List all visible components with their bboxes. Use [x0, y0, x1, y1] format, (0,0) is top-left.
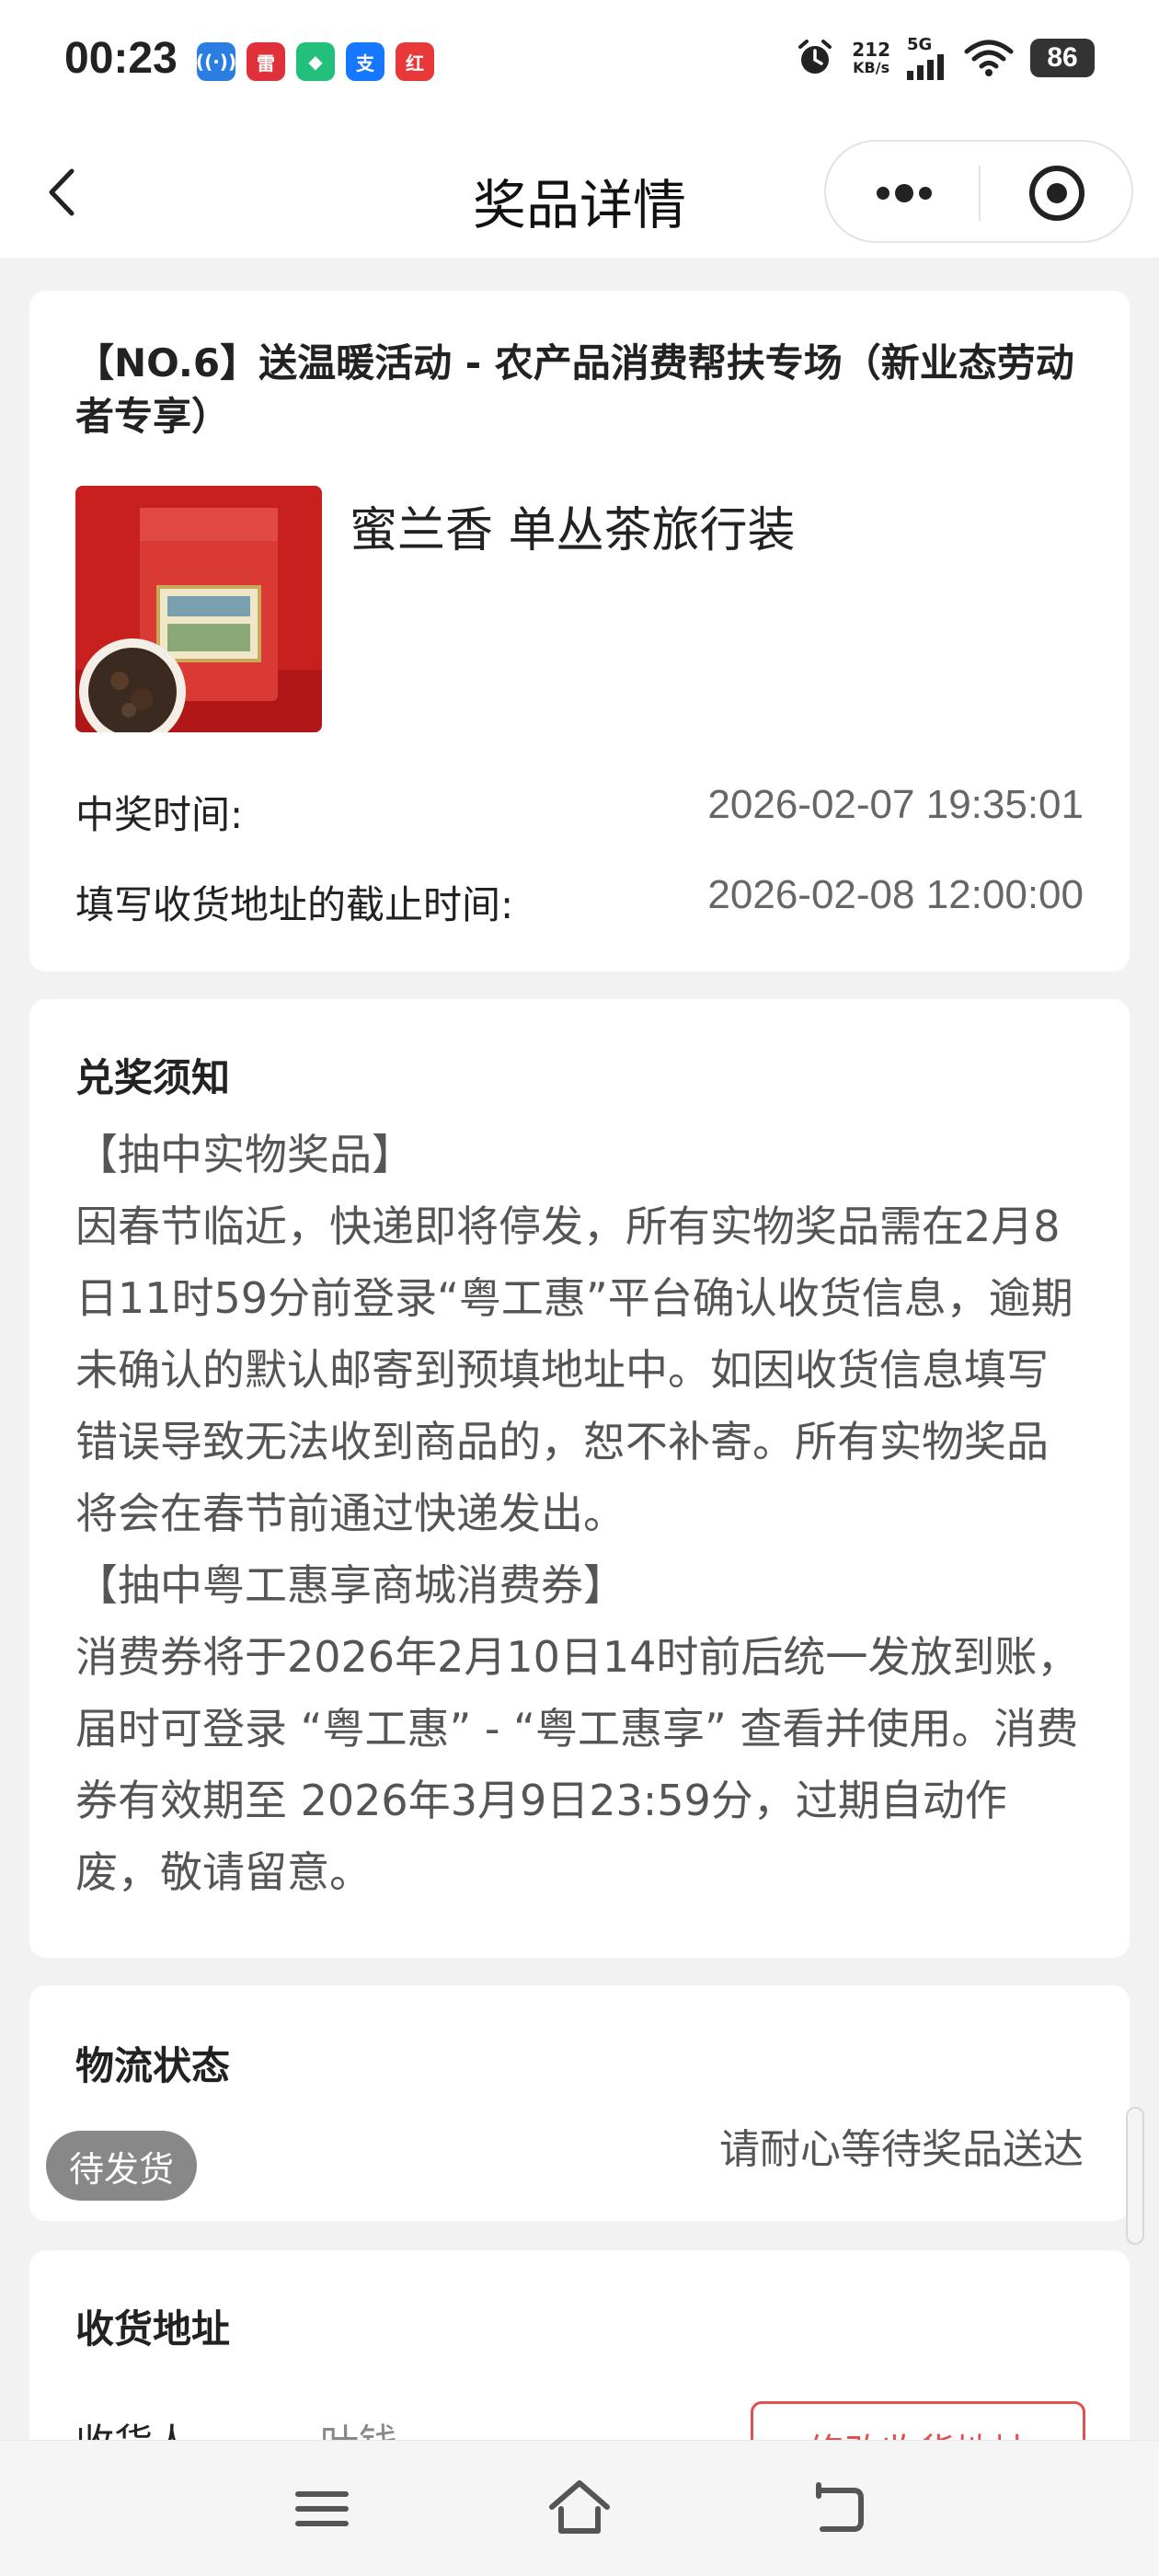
- logistics-message: 请耐心等待奖品送达: [719, 2126, 1084, 2173]
- win-time-value: 2026-02-07 19:35:01: [707, 782, 1084, 827]
- mini-program-capsule: [824, 140, 1133, 243]
- logistics-card: 物流状态: [29, 1985, 1130, 2221]
- home-icon[interactable]: [543, 2472, 616, 2546]
- product-name: 蜜兰香 单丛茶旅行装: [350, 503, 796, 558]
- alarm-icon: [798, 39, 832, 74]
- notice-heading-physical: 【抽中实物奖品】: [75, 1130, 414, 1179]
- net-speed: 212 KB/s: [852, 38, 890, 76]
- notice-body: 【抽中实物奖品】 因春节临近，快递即将停发，所有实物奖品需在2月8日11时59分…: [75, 1119, 1087, 1908]
- prize-card: 【NO.6】送温暖活动 - 农产品消费帮扶专场（新业态劳动者专享） 蜜兰香 单丛…: [29, 291, 1130, 972]
- clock: 00:23: [64, 34, 178, 83]
- system-navigation-bar: [0, 2440, 1159, 2576]
- status-bar: 00:23 ((·)) 雷 ◆ 支红 212 KB/s 5G 86: [0, 0, 1159, 129]
- notice-paragraph-physical: 因春节临近，快递即将停发，所有实物奖品需在2月8日11时59分前登录“粤工惠”平…: [75, 1202, 1073, 1538]
- close-target-icon[interactable]: [1006, 162, 1107, 224]
- navigation-bar: 奖品详情: [0, 129, 1159, 258]
- capsule-divider: [979, 166, 981, 221]
- alipay-app-icon: 支: [346, 42, 384, 81]
- notice-heading-voucher: 【抽中粤工惠享商城消费券】: [75, 1560, 625, 1610]
- status-badge: 待发货: [46, 2131, 197, 2201]
- logistics-title: 物流状态: [75, 2043, 231, 2088]
- address-title: 收货地址: [75, 2306, 231, 2352]
- signal-bars-icon: [907, 54, 944, 80]
- wifi-icon: [964, 40, 1014, 76]
- win-time-label: 中奖时间:: [75, 792, 244, 837]
- notification-icons: ((·)) 雷 ◆ 支红: [196, 42, 434, 81]
- back-nav-icon[interactable]: [800, 2472, 874, 2546]
- notice-title: 兑奖须知: [75, 1055, 231, 1100]
- shield-app-icon: ◆: [296, 42, 335, 81]
- status-indicators: 212 KB/s 5G 86: [795, 35, 1095, 80]
- radio-app-icon: ((·)): [196, 42, 236, 81]
- product-image-graphic: [75, 486, 322, 732]
- menu-icon[interactable]: [285, 2472, 359, 2546]
- battery-indicator: 86: [1030, 38, 1095, 77]
- deadline-value: 2026-02-08 12:00:00: [707, 872, 1084, 917]
- deadline-label: 填写收货地址的截止时间:: [75, 882, 514, 927]
- notice-paragraph-voucher: 消费券将于2026年2月10日14时前后统一发放到账，届时可登录 “粤工惠” -…: [75, 1632, 1080, 1897]
- more-options-icon[interactable]: [854, 164, 955, 223]
- shop-app-icon: 红: [396, 42, 434, 81]
- leida-app-icon: 雷: [247, 42, 285, 81]
- activity-title: 【NO.6】送温暖活动 - 农产品消费帮扶专场（新业态劳动者专享）: [75, 340, 1074, 439]
- notice-card: 兑奖须知 【抽中实物奖品】 因春节临近，快递即将停发，所有实物奖品需在2月8日1…: [29, 999, 1130, 1958]
- cell-signal: 5G: [907, 35, 947, 80]
- tea-tin-image[interactable]: [75, 486, 322, 732]
- scrollbar-thumb[interactable]: [1126, 2107, 1144, 2245]
